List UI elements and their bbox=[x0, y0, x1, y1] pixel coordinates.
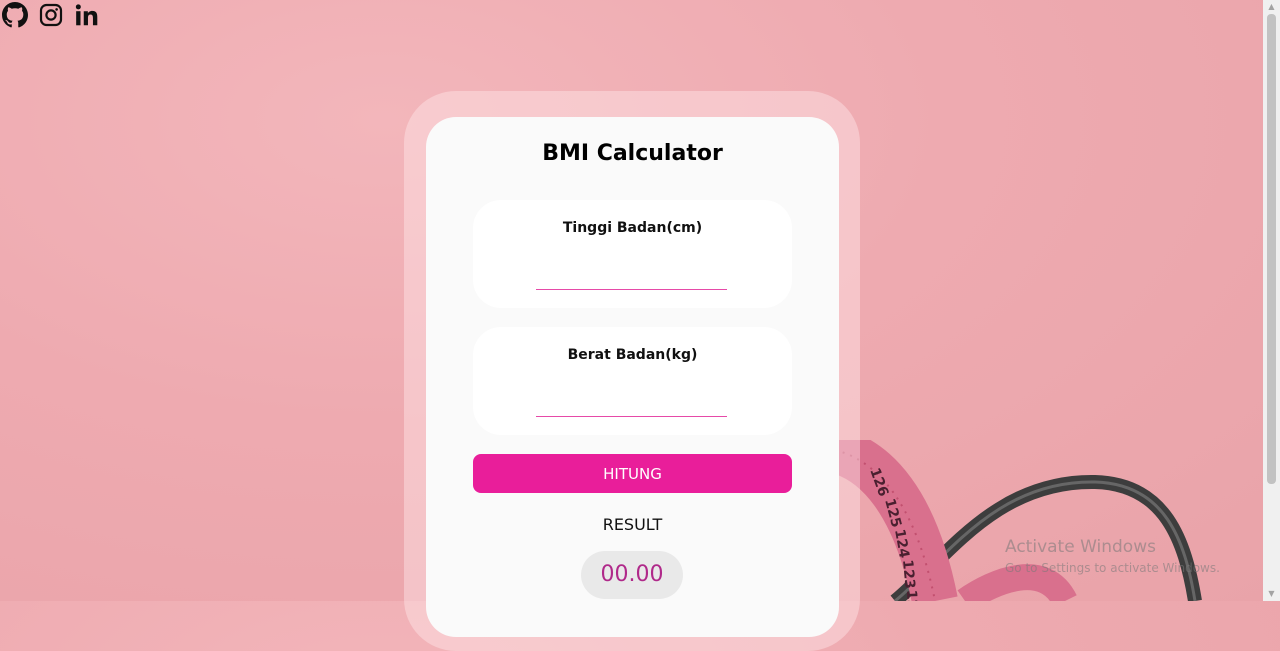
result-label: RESULT bbox=[602, 515, 663, 534]
weight-label: Berat Badan(kg) bbox=[567, 347, 698, 363]
watermark-title: Activate Windows bbox=[1005, 537, 1156, 557]
weight-field: Berat Badan(kg) bbox=[473, 327, 792, 435]
page-title: BMI Calculator bbox=[542, 141, 723, 166]
scroll-down-icon[interactable]: ▼ bbox=[1263, 587, 1280, 601]
linkedin-icon bbox=[75, 4, 98, 26]
social-links bbox=[2, 2, 100, 28]
height-label: Tinggi Badan(cm) bbox=[562, 220, 703, 236]
github-icon bbox=[2, 2, 28, 28]
height-field: Tinggi Badan(cm) bbox=[473, 200, 792, 308]
instagram-link[interactable] bbox=[38, 2, 64, 28]
instagram-icon bbox=[39, 3, 63, 27]
weight-input[interactable] bbox=[536, 392, 727, 417]
vertical-scrollbar[interactable]: ▲ ▼ bbox=[1263, 0, 1280, 601]
result-value: 00.00 bbox=[581, 551, 683, 599]
calculate-button[interactable]: HITUNG bbox=[473, 454, 792, 493]
github-link[interactable] bbox=[2, 2, 28, 28]
tape-measure-image: 126 125 124 123 122 bbox=[835, 440, 1265, 601]
height-input[interactable] bbox=[536, 265, 727, 290]
scrollbar-thumb[interactable] bbox=[1267, 14, 1276, 484]
linkedin-link[interactable] bbox=[74, 2, 100, 28]
activation-watermark: Activate Windows Go to Settings to activ… bbox=[1005, 537, 1220, 575]
bmi-card: BMI Calculator Tinggi Badan(cm) Berat Ba… bbox=[426, 117, 839, 637]
watermark-subtitle: Go to Settings to activate Windows. bbox=[1005, 561, 1220, 575]
scroll-up-icon[interactable]: ▲ bbox=[1263, 0, 1280, 14]
svg-text:123: 123 bbox=[899, 559, 917, 590]
svg-text:122: 122 bbox=[903, 590, 920, 601]
